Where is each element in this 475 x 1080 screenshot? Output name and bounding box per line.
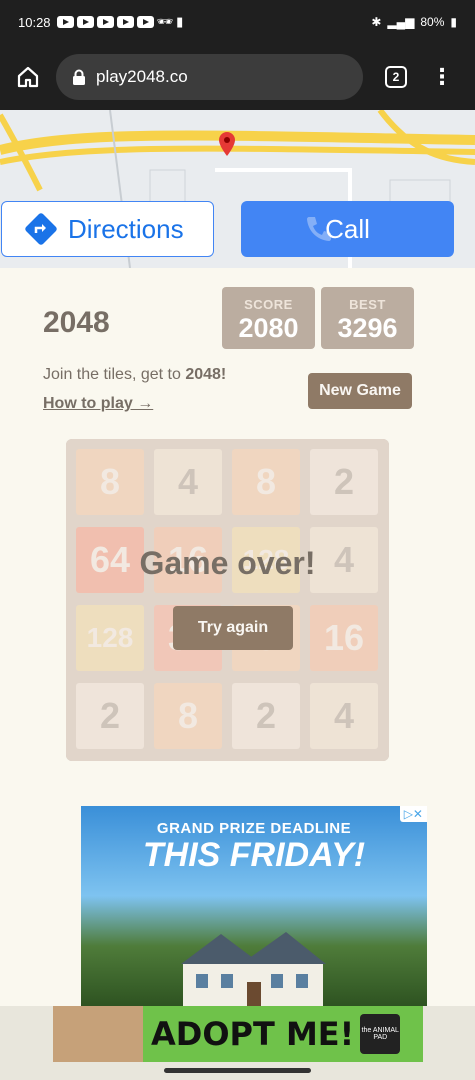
intro-bold: 2048! [185,366,227,383]
home-icon [17,66,39,88]
intro-text: Join the tiles, get to [43,366,186,383]
bluetooth-icon: ✱ [371,15,382,29]
game-over-overlay [66,439,389,761]
youtube-icon [136,16,154,28]
status-right: ✱ ▂▄▆ 80% ▮ [371,15,457,29]
url-text: play2048.co [96,67,188,86]
game-intro: Join the tiles, get to 2048! [43,366,226,384]
battery-saver-icon: ▮ [176,14,184,29]
directions-icon [25,213,57,245]
tab-switcher-button[interactable]: 2 [385,66,407,88]
score-box: SCORE 2080 [222,287,315,349]
home-gesture-handle[interactable] [164,1068,311,1073]
animal-pad-label: the ANIMAL PAD [361,1027,399,1041]
battery-percent: 80% [420,15,445,29]
try-again-button[interactable]: Try again [173,606,293,650]
call-button[interactable]: Call [241,201,454,257]
youtube-icon [116,16,134,28]
adopt-text: ADOPT ME! [151,1015,355,1053]
score-value: 2080 [238,313,299,343]
address-bar[interactable]: play2048.co [56,54,363,100]
ad-headline: GRAND PRIZE DEADLINE [156,820,352,837]
directions-label: Directions [68,213,184,244]
score-label: SCORE [244,297,293,312]
best-box: BEST 3296 [321,287,414,349]
battery-icon: ▮ [450,15,457,29]
ad-banner[interactable]: ▷✕ GRAND PRIZE DEADLINE THIS FRIDAY! [81,806,427,1006]
incognito-icon: 🕶 [156,14,174,29]
navigation-bar [0,1062,475,1080]
kebab-menu-icon: ⋮ [431,64,453,89]
pets-photo [53,1006,143,1062]
home-button[interactable] [14,63,42,91]
best-label: BEST [349,297,386,312]
new-game-button[interactable]: New Game [308,373,412,409]
game-title: 2048 [43,306,110,339]
tab-count: 2 [392,70,400,84]
notification-icons: 🕶 ▮ [56,14,184,30]
bottom-ad-banner[interactable]: ADOPT ME! the ANIMAL PAD [0,1006,475,1062]
youtube-icon [56,16,74,28]
status-bar: 10:28 🕶 ▮ ✱ ▂▄▆ 80% ▮ [0,0,475,44]
browser-toolbar: play2048.co 2 ⋮ [0,44,475,110]
youtube-icon [96,16,114,28]
lock-icon [73,69,85,85]
phone-icon [307,217,331,241]
directions-button[interactable]: Directions [1,201,214,257]
ad-title: THIS FRIDAY! [142,836,366,874]
youtube-icon [76,16,94,28]
game-over-message: Game over! [139,545,316,581]
animal-pad-logo: the ANIMAL PAD [360,1014,401,1054]
how-to-play-link[interactable]: How to play → [43,395,153,413]
more-menu-button[interactable]: ⋮ [431,66,453,88]
house-image [181,932,326,1006]
best-value: 3296 [337,313,398,343]
bottom-ad-content: ADOPT ME! the ANIMAL PAD [53,1006,423,1062]
signal-icon: ▂▄▆ [387,15,415,29]
status-time: 10:28 [18,14,51,30]
